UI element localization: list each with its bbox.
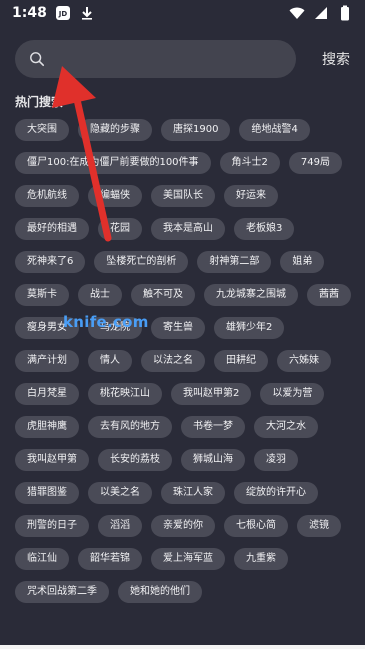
hot-search-tag[interactable]: 猎罪图鉴 xyxy=(15,482,79,504)
hot-search-tag[interactable]: 749局 xyxy=(288,152,343,174)
hot-search-tag[interactable]: 以美之名 xyxy=(88,482,152,504)
hot-search-tag[interactable]: 美国队长 xyxy=(151,185,215,207)
hot-search-tag[interactable]: 情人 xyxy=(88,350,132,372)
hot-search-tag[interactable]: 凌羽 xyxy=(254,449,298,471)
hot-search-tag[interactable]: 编蝠侠 xyxy=(88,185,142,207)
hot-search-tag[interactable]: 临江仙 xyxy=(15,548,69,570)
search-input[interactable] xyxy=(53,50,296,68)
hot-search-tag[interactable]: 绽放的许开心 xyxy=(234,482,318,504)
hot-search-tag[interactable]: 刑警的日子 xyxy=(15,515,89,537)
hot-search-tag[interactable]: 以法之名 xyxy=(141,350,205,372)
hot-search-tag[interactable]: 狮城山海 xyxy=(181,449,245,471)
signal-icon xyxy=(313,5,329,21)
hot-search-tag[interactable]: 触不可及 xyxy=(131,284,195,306)
hot-search-tag[interactable]: 姐弟 xyxy=(280,251,325,273)
jd-app-icon: JD xyxy=(55,5,71,21)
hot-search-tag[interactable]: 大突围 xyxy=(15,119,69,141)
hot-search-tag[interactable]: 我叫赵甲第 xyxy=(15,449,89,471)
hot-search-tag[interactable]: 战士 xyxy=(78,284,122,306)
search-row: 搜索 xyxy=(15,40,350,78)
watermark-text: knife.com xyxy=(63,313,149,331)
hot-search-tag[interactable]: 她和她的他们 xyxy=(118,581,202,603)
hot-search-tag[interactable]: 莫斯卡 xyxy=(15,284,69,306)
hot-search-tag[interactable]: 寄生兽 xyxy=(151,317,205,339)
hot-search-tag[interactable]: 坠楼死亡的剖析 xyxy=(94,251,189,273)
hot-search-tag[interactable]: 我本是高山 xyxy=(151,218,225,240)
hot-search-tags: 大突围 隐藏的步骤 唐探1900 绝地战警4 僵尸100:在成为僵尸前要做的10… xyxy=(15,119,352,603)
hot-search-tag[interactable]: 七根心简 xyxy=(224,515,288,537)
hot-search-tag[interactable]: 唐探1900 xyxy=(161,119,231,141)
hot-search-tag[interactable]: 去有风的地方 xyxy=(88,416,172,438)
hot-search-tag[interactable]: 花园 xyxy=(98,218,142,240)
bottom-divider xyxy=(0,645,365,649)
hot-search-tag[interactable]: 老板娘3 xyxy=(234,218,295,240)
hot-search-tag[interactable]: 射神第二部 xyxy=(197,251,272,273)
hot-search-tag[interactable]: 角斗士2 xyxy=(219,152,280,174)
hot-search-tag[interactable]: 茜茜 xyxy=(307,284,351,306)
hot-search-tag[interactable]: 咒术回战第二季 xyxy=(15,581,109,603)
hot-search-tag[interactable]: 六姊妹 xyxy=(277,350,331,372)
hot-search-tag[interactable]: 绝地战警4 xyxy=(239,119,310,141)
hot-search-tag[interactable]: 珠江人家 xyxy=(161,482,225,504)
hot-search-tag[interactable]: 雄狮少年2 xyxy=(214,317,285,339)
hot-search-tag[interactable]: 僵尸100:在成为僵尸前要做的100件事 xyxy=(15,152,211,174)
download-icon xyxy=(79,5,95,21)
search-box[interactable] xyxy=(15,40,296,78)
status-left: 1:48 JD xyxy=(12,5,95,21)
battery-icon xyxy=(337,5,353,21)
hot-search-tag[interactable]: 死神来了6 xyxy=(15,251,86,273)
hot-search-tag[interactable]: 九重紫 xyxy=(234,548,288,570)
hot-search-tag[interactable]: 桃花映江山 xyxy=(88,383,162,405)
hot-search-tag[interactable]: 长安的荔枝 xyxy=(98,449,172,471)
hot-search-tag[interactable]: 虎胆神鹰 xyxy=(15,416,79,438)
status-bar: 1:48 JD xyxy=(0,0,365,26)
hot-search-tag[interactable]: 好运来 xyxy=(224,185,278,207)
wifi-icon xyxy=(289,5,305,21)
hot-search-tag[interactable]: 滔滔 xyxy=(98,515,142,537)
hot-search-title: 热门搜索 xyxy=(15,95,64,109)
hot-search-tag[interactable]: 以爱为营 xyxy=(260,383,325,405)
hot-search-tag[interactable]: 最好的相遇 xyxy=(15,218,89,240)
hot-search-tag[interactable]: 满产计划 xyxy=(15,350,79,372)
hot-search-tag[interactable]: 亲爱的你 xyxy=(151,515,215,537)
hot-search-tag[interactable]: 九龙城寨之围城 xyxy=(204,284,298,306)
hot-search-tag[interactable]: 滤镜 xyxy=(297,515,341,537)
hot-search-tag[interactable]: 我叫赵甲第2 xyxy=(171,383,252,405)
svg-text:JD: JD xyxy=(58,10,68,18)
status-right xyxy=(289,5,353,21)
hot-search-tag[interactable]: 爱上海军蓝 xyxy=(151,548,225,570)
hot-search-tag[interactable]: 田耕纪 xyxy=(214,350,268,372)
hot-search-tag[interactable]: 大河之水 xyxy=(254,416,318,438)
hot-search-tag[interactable]: 危机航线 xyxy=(15,185,79,207)
hot-search-tag[interactable]: 白月梵星 xyxy=(15,383,79,405)
status-time: 1:48 xyxy=(12,5,47,21)
search-button[interactable]: 搜索 xyxy=(322,49,350,69)
hot-search-tag[interactable]: 书卷一梦 xyxy=(181,416,245,438)
search-icon xyxy=(29,51,45,67)
hot-search-tag[interactable]: 韶华若锦 xyxy=(78,548,142,570)
hot-search-tag[interactable]: 隐藏的步骤 xyxy=(78,119,152,141)
app-screen: 1:48 JD 搜索 热门搜索 大突围 隐藏的步骤 唐探1900 绝地战警4 僵… xyxy=(0,0,365,649)
